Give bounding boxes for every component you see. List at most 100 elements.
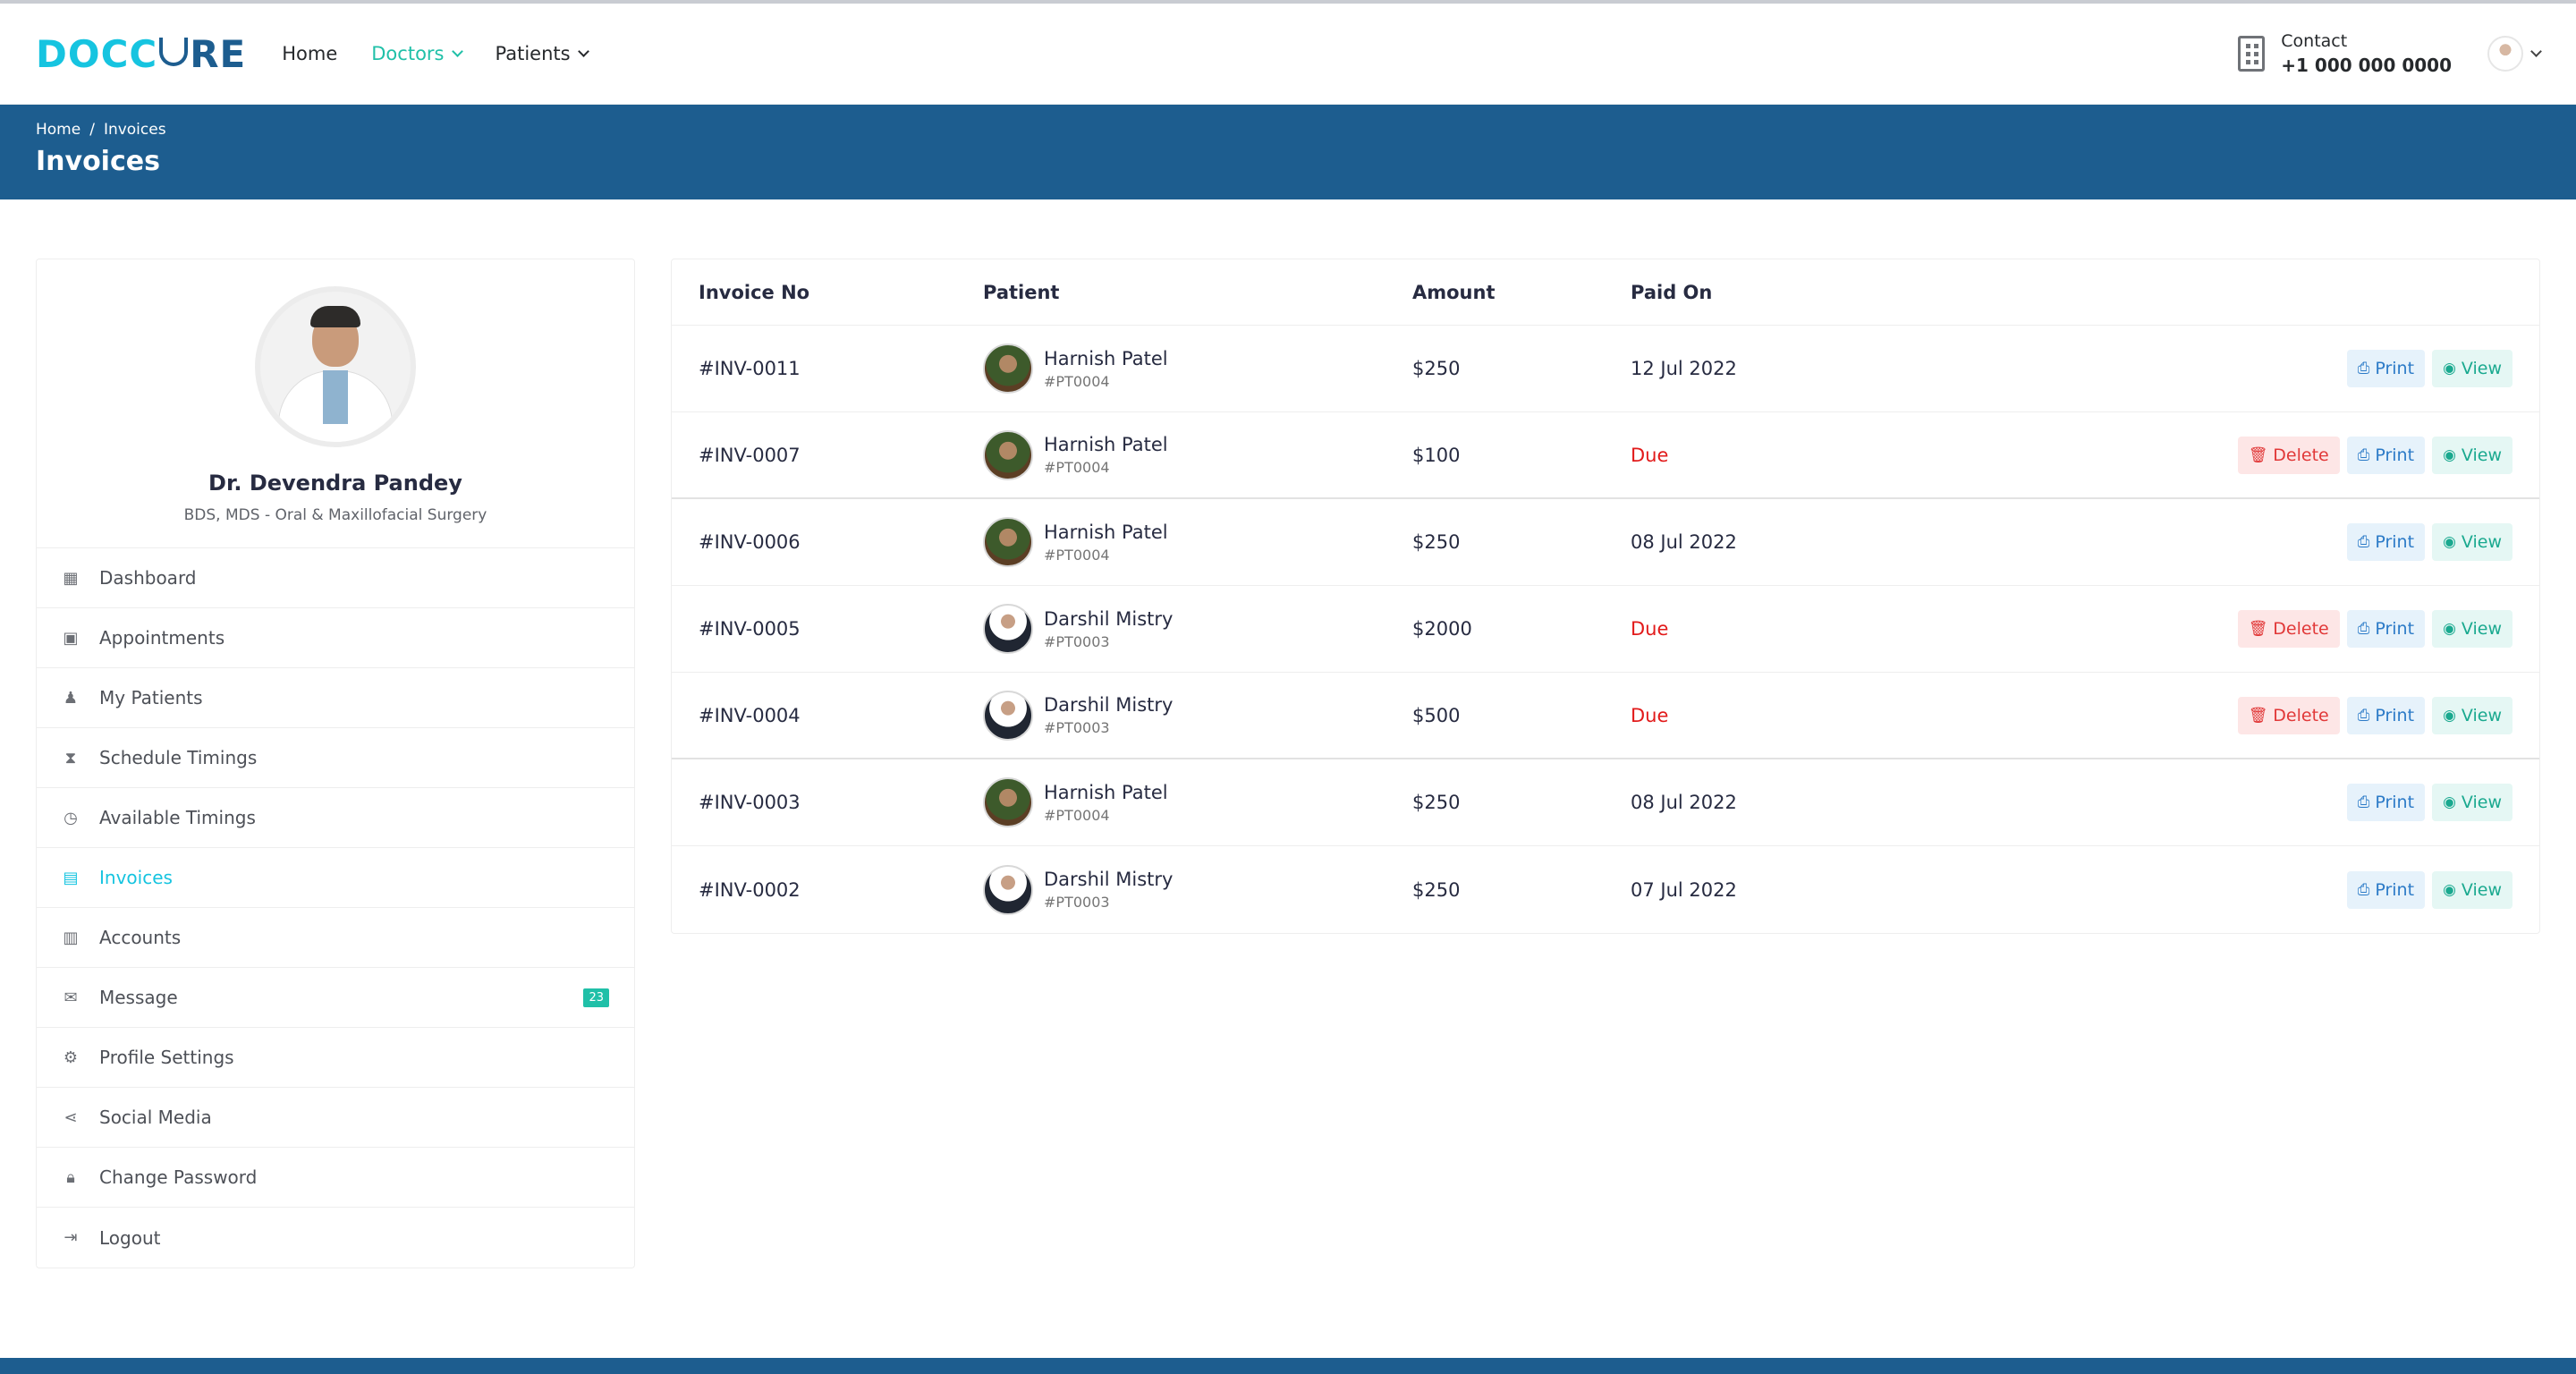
delete-label: Delete <box>2273 705 2329 725</box>
print-button[interactable]: ⎙ Print <box>2346 870 2426 909</box>
row-actions: 🗑︎ Delete ⎙ Print ◉ View <box>2237 610 2512 648</box>
patient-avatar[interactable] <box>983 604 1033 654</box>
view-button[interactable]: ◉ View <box>2432 696 2512 734</box>
print-button[interactable]: ⎙ Print <box>2346 436 2426 474</box>
sidebar-item-invoices[interactable]: ▤ Invoices <box>37 848 634 908</box>
breadcrumb-home[interactable]: Home <box>36 121 80 139</box>
delete-button[interactable]: 🗑︎ Delete <box>2237 436 2340 474</box>
patient-cell: Harnish Patel #PT0004 <box>983 777 1412 827</box>
patient-id: #PT0004 <box>1044 459 1110 476</box>
table-row: #INV-0007 Harnish Patel #PT0004 $100 Due… <box>672 412 2539 499</box>
print-button[interactable]: ⎙ Print <box>2346 784 2426 821</box>
main-nav: Home Doctors Patients <box>282 43 621 64</box>
patient-name[interactable]: Harnish Patel <box>1044 434 1168 455</box>
patient-name[interactable]: Harnish Patel <box>1044 522 1168 543</box>
invoice-number[interactable]: #INV-0011 <box>699 358 983 379</box>
patient-avatar[interactable] <box>983 690 1033 741</box>
patient-avatar[interactable] <box>983 517 1033 567</box>
print-button[interactable]: ⎙ Print <box>2346 350 2426 387</box>
table-row: #INV-0004 Darshil Mistry #PT0003 $500 Du… <box>672 673 2539 759</box>
col-invoice-no[interactable]: Invoice No <box>699 282 983 303</box>
invoice-number[interactable]: #INV-0004 <box>699 705 983 726</box>
sidebar-item-label: Appointments <box>99 627 225 649</box>
delete-button[interactable]: 🗑︎ Delete <box>2237 696 2340 734</box>
sidebar-item-profile-settings[interactable]: ⚙ Profile Settings <box>37 1028 634 1088</box>
hospital-icon <box>2238 36 2266 72</box>
logo[interactable]: DOCC RE <box>36 32 246 76</box>
print-label: Print <box>2375 532 2415 552</box>
user-menu-chevron-icon[interactable] <box>2530 45 2542 57</box>
row-actions: 🗑︎ Delete ⎙ Print ◉ View <box>2237 436 2512 474</box>
user-avatar[interactable] <box>2487 36 2523 72</box>
sidebar-item-label: Message <box>99 987 178 1008</box>
table-header: Invoice No Patient Amount Paid On <box>672 259 2539 326</box>
patient-id: #PT0003 <box>1044 894 1110 911</box>
table-row: #INV-0003 Harnish Patel #PT0004 $250 08 … <box>672 759 2539 846</box>
view-button[interactable]: ◉ View <box>2432 784 2512 821</box>
sidebar-item-dashboard[interactable]: ▦ Dashboard <box>37 548 634 608</box>
nav-home[interactable]: Home <box>282 43 337 64</box>
paid-on: 07 Jul 2022 <box>1631 878 1737 901</box>
user-cog-icon: ⚙ <box>63 1047 79 1067</box>
patients-icon: ♟ <box>63 688 79 708</box>
invoice-number[interactable]: #INV-0006 <box>699 531 983 553</box>
invoice-number[interactable]: #INV-0005 <box>699 618 983 640</box>
breadcrumb: Home / Invoices <box>36 121 2540 139</box>
print-icon: ⎙ <box>2357 445 2370 464</box>
sidebar-item-social-media[interactable]: ⋖ Social Media <box>37 1088 634 1148</box>
invoice-number[interactable]: #INV-0002 <box>699 879 983 901</box>
invoice-amount: $250 <box>1412 792 1461 813</box>
sidebar-item-accounts[interactable]: ▥ Accounts <box>37 908 634 968</box>
trash-icon: 🗑︎ <box>2248 620 2268 638</box>
col-patient[interactable]: Patient <box>983 282 1412 303</box>
patient-avatar[interactable] <box>983 777 1033 827</box>
patient-name[interactable]: Harnish Patel <box>1044 782 1168 803</box>
print-label: Print <box>2375 359 2415 378</box>
breadcrumb-separator: / <box>89 121 95 139</box>
row-actions: ⎙ Print ◉ View <box>2346 350 2512 387</box>
sidebar-item-schedule-timings[interactable]: ⧗ Schedule Timings <box>37 728 634 788</box>
sidebar-item-logout[interactable]: ⇥ Logout <box>37 1208 634 1268</box>
doctor-specialty: BDS, MDS - Oral & Maxillofacial Surgery <box>183 506 487 524</box>
view-label: View <box>2461 619 2502 639</box>
sidebar-item-my-patients[interactable]: ♟ My Patients <box>37 668 634 728</box>
sidebar-item-available-timings[interactable]: ◷ Available Timings <box>37 788 634 848</box>
delete-button[interactable]: 🗑︎ Delete <box>2237 610 2340 648</box>
view-label: View <box>2461 793 2502 812</box>
patient-avatar[interactable] <box>983 864 1033 915</box>
print-icon: ⎙ <box>2357 793 2370 811</box>
view-button[interactable]: ◉ View <box>2432 610 2512 648</box>
invoice-number[interactable]: #INV-0003 <box>699 792 983 813</box>
sidebar-item-message[interactable]: ✉ Message 23 <box>37 968 634 1028</box>
print-button[interactable]: ⎙ Print <box>2346 523 2426 561</box>
delete-label: Delete <box>2273 445 2329 465</box>
invoice-amount: $100 <box>1412 444 1461 466</box>
lock-icon: 🔒︎ <box>66 1167 75 1187</box>
nav-patients[interactable]: Patients <box>496 43 589 64</box>
col-amount[interactable]: Amount <box>1412 282 1631 303</box>
patient-id: #PT0004 <box>1044 806 1110 824</box>
patient-avatar[interactable] <box>983 344 1033 394</box>
view-button[interactable]: ◉ View <box>2432 870 2512 909</box>
print-button[interactable]: ⎙ Print <box>2346 696 2426 734</box>
message-icon: ✉ <box>64 988 78 1007</box>
patient-name[interactable]: Harnish Patel <box>1044 348 1168 369</box>
nav-doctors[interactable]: Doctors <box>371 43 463 64</box>
sidebar-item-appointments[interactable]: ▣ Appointments <box>37 608 634 668</box>
view-button[interactable]: ◉ View <box>2432 350 2512 387</box>
print-button[interactable]: ⎙ Print <box>2346 610 2426 648</box>
sidebar-item-change-password[interactable]: 🔒︎ Change Password <box>37 1148 634 1208</box>
patient-avatar[interactable] <box>983 429 1033 480</box>
contact-phone[interactable]: +1 000 000 0000 <box>2281 55 2452 76</box>
paid-on: 12 Jul 2022 <box>1631 358 1737 379</box>
view-button[interactable]: ◉ View <box>2432 523 2512 561</box>
patient-name[interactable]: Darshil Mistry <box>1044 869 1173 890</box>
patient-name[interactable]: Darshil Mistry <box>1044 694 1173 716</box>
invoice-number[interactable]: #INV-0007 <box>699 445 983 466</box>
col-paid-on[interactable]: Paid On <box>1631 282 1899 303</box>
sidebar-item-label: Invoices <box>99 867 173 888</box>
page-content: Dr. Devendra Pandey BDS, MDS - Oral & Ma… <box>0 199 2576 1268</box>
print-label: Print <box>2375 619 2415 639</box>
patient-name[interactable]: Darshil Mistry <box>1044 608 1173 630</box>
view-button[interactable]: ◉ View <box>2432 436 2512 474</box>
